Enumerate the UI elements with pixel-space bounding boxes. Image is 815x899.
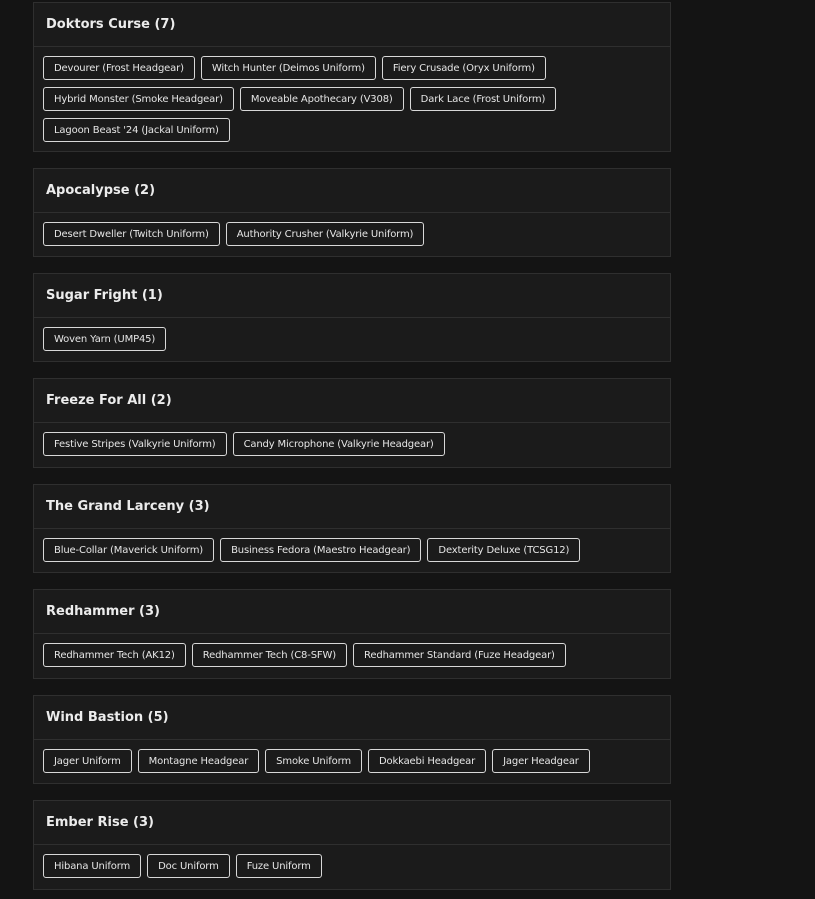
event-card-ember-rise: Ember Rise (3) Hibana Uniform Doc Uniform F… — [33, 800, 671, 890]
item-chip[interactable]: Redhammer Tech (C8-SFW) — [191, 643, 348, 667]
event-title: Ember Rise (3) — [34, 801, 670, 845]
event-title: Apocalypse (2) — [34, 169, 670, 213]
item-chip[interactable]: Smoke Uniform — [265, 749, 362, 773]
item-chip[interactable]: Business Fedora (Maestro Headgear) — [220, 538, 422, 562]
item-chip[interactable]: Dexterity Deluxe (TCSG12) — [427, 538, 581, 562]
item-chip[interactable]: Dark Lace (Frost Uniform) — [409, 87, 557, 111]
item-chip[interactable]: Woven Yarn (UMP45) — [43, 327, 167, 351]
item-chip[interactable]: Blue-Collar (Maverick Uniform) — [43, 538, 215, 562]
event-card-freeze-for-all: Freeze For All (2) Festive Stripes (Valky… — [33, 378, 671, 468]
item-chip[interactable]: Authority Crusher (Valkyrie Uniform) — [225, 222, 425, 246]
event-items: Hibana Uniform Doc Uniform Fuze Uniform — [34, 845, 670, 878]
item-chip[interactable]: Witch Hunter (Deimos Uniform) — [200, 56, 376, 80]
event-title: Doktors Curse (7) — [34, 3, 670, 47]
item-chip[interactable]: Jager Uniform — [43, 749, 132, 773]
item-chip[interactable]: Montagne Headgear — [137, 749, 260, 773]
event-items: Desert Dweller (Twitch Uniform) Authority… — [34, 213, 670, 246]
item-chip[interactable]: Doc Uniform — [147, 854, 230, 878]
item-chip[interactable]: Moveable Apothecary (V308) — [239, 87, 404, 111]
event-title: The Grand Larceny (3) — [34, 485, 670, 529]
event-title: Redhammer (3) — [34, 590, 670, 634]
event-card-the-grand-larceny: The Grand Larceny (3) Blue-Collar (Maveri… — [33, 484, 671, 573]
event-items: Blue-Collar (Maverick Uniform) Business F… — [34, 529, 670, 562]
event-title: Sugar Fright (1) — [34, 274, 670, 318]
event-items: Woven Yarn (UMP45) — [34, 318, 670, 351]
item-chip[interactable]: Festive Stripes (Valkyrie Uniform) — [43, 432, 227, 456]
item-chip[interactable]: Desert Dweller (Twitch Uniform) — [43, 222, 220, 246]
event-items: Devourer (Frost Headgear) Witch Hunter (D… — [34, 47, 670, 142]
event-card-wind-bastion: Wind Bastion (5) Jager Uniform Montagne He… — [33, 695, 671, 784]
item-chip[interactable]: Lagoon Beast '24 (Jackal Uniform) — [43, 118, 230, 142]
item-chip[interactable]: Devourer (Frost Headgear) — [43, 56, 195, 80]
event-card-doktors-curse: Doktors Curse (7) Devourer (Frost Headgea… — [33, 2, 671, 152]
item-chip[interactable]: Redhammer Tech (AK12) — [43, 643, 186, 667]
event-title: Freeze For All (2) — [34, 379, 670, 423]
event-items: Festive Stripes (Valkyrie Uniform) Candy … — [34, 423, 670, 456]
event-items: Redhammer Tech (AK12) Redhammer Tech (C8-… — [34, 634, 670, 667]
event-card-sugar-fright: Sugar Fright (1) Woven Yarn (UMP45) — [33, 273, 671, 362]
event-title: Wind Bastion (5) — [34, 696, 670, 740]
item-chip[interactable]: Redhammer Standard (Fuze Headgear) — [353, 643, 566, 667]
event-card-apocalypse: Apocalypse (2) Desert Dweller (Twitch Uni… — [33, 168, 671, 257]
item-chip[interactable]: Jager Headgear — [492, 749, 590, 773]
item-chip[interactable]: Dokkaebi Headgear — [367, 749, 487, 773]
event-items: Jager Uniform Montagne Headgear Smoke Unif… — [34, 740, 670, 773]
item-chip[interactable]: Fiery Crusade (Oryx Uniform) — [381, 56, 546, 80]
item-chip[interactable]: Candy Microphone (Valkyrie Headgear) — [232, 432, 445, 456]
item-chip[interactable]: Hibana Uniform — [43, 854, 142, 878]
item-chip[interactable]: Fuze Uniform — [235, 854, 322, 878]
item-chip[interactable]: Hybrid Monster (Smoke Headgear) — [43, 87, 234, 111]
event-card-redhammer: Redhammer (3) Redhammer Tech (AK12) Redham… — [33, 589, 671, 679]
